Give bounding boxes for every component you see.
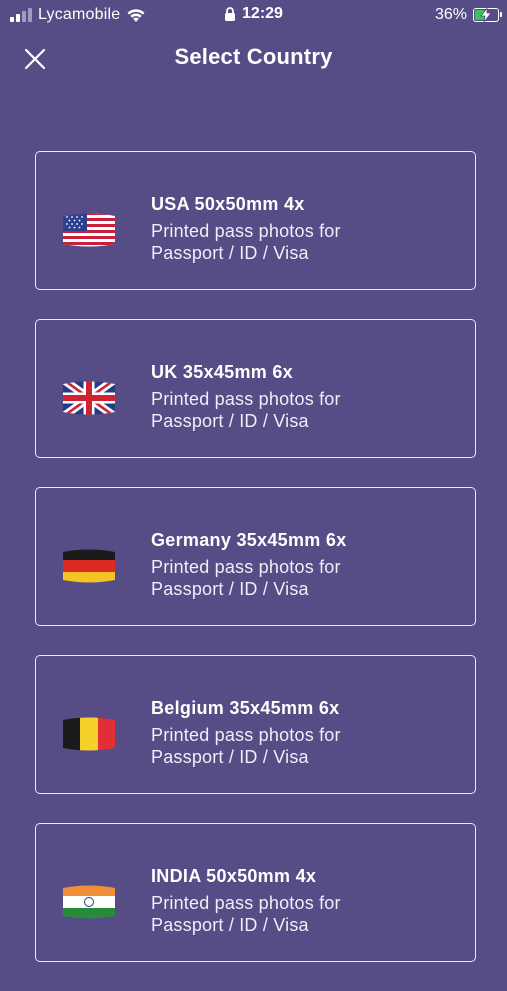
card-text: Belgium 35x45mm 6x Printed pass photos f… bbox=[151, 697, 461, 768]
card-description-line2: Passport / ID / Visa bbox=[151, 579, 309, 599]
page-title: Select Country bbox=[174, 44, 333, 69]
country-card-belgium[interactable]: Belgium 35x45mm 6x Printed pass photos f… bbox=[35, 655, 476, 794]
card-description-line1: Printed pass photos for bbox=[151, 725, 341, 745]
card-description-line1: Printed pass photos for bbox=[151, 893, 341, 913]
country-card-india[interactable]: INDIA 50x50mm 4x Printed pass photos for… bbox=[35, 823, 476, 962]
belgium-flag-icon bbox=[61, 714, 117, 754]
card-text: INDIA 50x50mm 4x Printed pass photos for… bbox=[151, 865, 461, 936]
orientation-lock-icon bbox=[225, 6, 236, 21]
country-card-uk[interactable]: UK 35x45mm 6x Printed pass photos for Pa… bbox=[35, 319, 476, 458]
battery-percent: 36% bbox=[434, 6, 467, 23]
card-title: INDIA 50x50mm 4x bbox=[151, 866, 317, 886]
status-time: 12:29 bbox=[242, 5, 283, 22]
card-description-line2: Passport / ID / Visa bbox=[151, 915, 309, 935]
card-description-line2: Passport / ID / Visa bbox=[151, 243, 309, 263]
card-text: Germany 35x45mm 6x Printed pass photos f… bbox=[151, 529, 461, 600]
card-description-line2: Passport / ID / Visa bbox=[151, 411, 309, 431]
card-description-line1: Printed pass photos for bbox=[151, 221, 341, 241]
status-bar: Lycamobile 12:29 36% bbox=[0, 0, 507, 30]
uk-flag-icon bbox=[61, 378, 117, 418]
status-right: 36% bbox=[434, 5, 502, 25]
charging-bolt-icon bbox=[480, 7, 492, 23]
country-card-germany[interactable]: Germany 35x45mm 6x Printed pass photos f… bbox=[35, 487, 476, 626]
country-card-usa[interactable]: USA 50x50mm 4x Printed pass photos for P… bbox=[35, 151, 476, 290]
india-flag-icon bbox=[61, 882, 117, 922]
navigation-bar: Select Country bbox=[0, 36, 507, 80]
status-time-container: 12:29 bbox=[0, 5, 507, 27]
card-title: UK 35x45mm 6x bbox=[151, 362, 293, 382]
card-title: USA 50x50mm 4x bbox=[151, 194, 305, 214]
card-description-line1: Printed pass photos for bbox=[151, 389, 341, 409]
card-text: UK 35x45mm 6x Printed pass photos for Pa… bbox=[151, 361, 461, 432]
card-text: USA 50x50mm 4x Printed pass photos for P… bbox=[151, 193, 461, 264]
battery-icon bbox=[473, 7, 502, 23]
card-title: Germany 35x45mm 6x bbox=[151, 530, 347, 550]
card-title: Belgium 35x45mm 6x bbox=[151, 698, 340, 718]
usa-flag-icon bbox=[61, 210, 117, 250]
card-description-line1: Printed pass photos for bbox=[151, 557, 341, 577]
card-description-line2: Passport / ID / Visa bbox=[151, 747, 309, 767]
country-list: USA 50x50mm 4x Printed pass photos for P… bbox=[35, 151, 476, 991]
germany-flag-icon bbox=[61, 546, 117, 586]
